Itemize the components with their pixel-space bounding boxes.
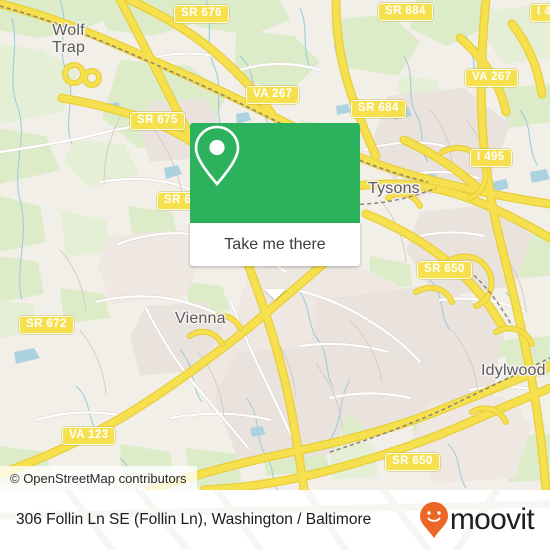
- route-shield-sr-684-north: SR 684: [378, 3, 433, 21]
- moovit-map-screenshot: .land{fill:#f2efe9} .grn{fill:#dcecc8} .…: [0, 0, 550, 550]
- map-attribution-label: © OpenStreetMap contributors: [10, 470, 187, 486]
- route-shield-sr-684-south: SR 684: [351, 100, 406, 118]
- address-label: 306 Follin Ln SE (Follin Ln), Washington…: [16, 511, 372, 528]
- route-shield-sr-676: SR 676: [174, 5, 229, 23]
- location-pin-icon: [194, 125, 240, 187]
- map-canvas[interactable]: .land{fill:#f2efe9} .grn{fill:#dcecc8} .…: [0, 0, 550, 490]
- route-shield-sr-650-mid: SR 650: [417, 261, 472, 279]
- take-me-there-button[interactable]: Take me there: [190, 223, 360, 266]
- destination-callout-card[interactable]: Take me there: [190, 123, 360, 300]
- route-shield-sr-675: SR 675: [130, 112, 185, 130]
- callout-pointer: [264, 289, 286, 300]
- route-shield-va-123: VA 123: [62, 427, 116, 445]
- moovit-wordmark: moovit: [449, 503, 535, 536]
- route-shield-sr-672: SR 672: [19, 316, 74, 334]
- moovit-logo: moovit: [419, 501, 535, 539]
- route-shield-sr-650-bottom: SR 650: [385, 453, 440, 471]
- take-me-there-label: Take me there: [224, 235, 326, 253]
- route-shield-va-267-east: VA 267: [465, 69, 519, 87]
- route-shield-va-267-west: VA 267: [246, 86, 300, 104]
- map-attribution[interactable]: © OpenStreetMap contributors: [0, 466, 197, 490]
- route-shield-i-495-top: I 495: [530, 4, 550, 22]
- moovit-pin-smiley-icon: [419, 502, 448, 538]
- footer-bar: 306 Follin Ln SE (Follin Ln), Washington…: [0, 490, 550, 550]
- callout-pin-panel: [190, 123, 360, 223]
- route-shield-i-495-mid: I 495: [470, 149, 512, 167]
